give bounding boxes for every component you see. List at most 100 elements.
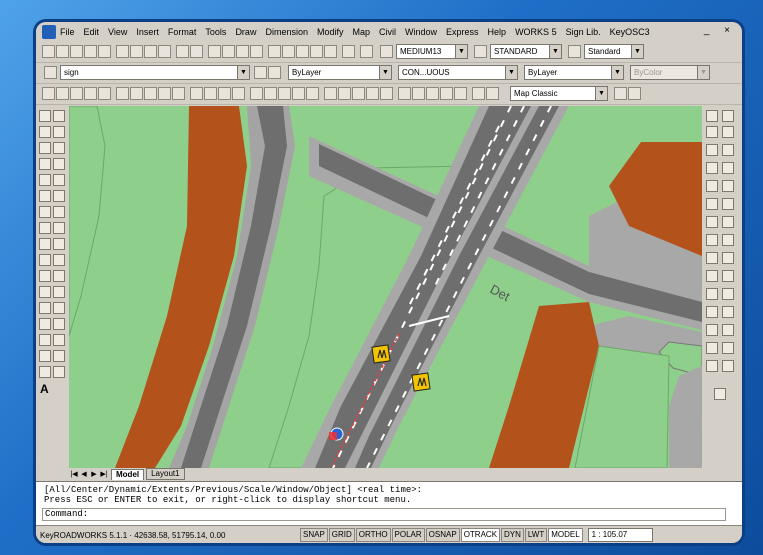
dyn-toggle[interactable]: DYN — [501, 528, 524, 542]
erase-icon[interactable] — [53, 110, 65, 122]
map-tool-icon-15[interactable] — [706, 234, 718, 246]
menu-sign-lib[interactable]: Sign Lib. — [566, 27, 601, 37]
ellipse-icon[interactable] — [39, 254, 51, 266]
region-icon[interactable] — [39, 366, 51, 378]
map-tool-icon-30[interactable] — [722, 360, 734, 372]
tool-icon-5[interactable] — [98, 87, 111, 100]
map-tool-icon-22[interactable] — [722, 288, 734, 300]
tool-icon-11[interactable] — [190, 87, 203, 100]
map-tool-icon-23[interactable] — [706, 306, 718, 318]
make-current-icon[interactable] — [254, 66, 267, 79]
menu-edit[interactable]: Edit — [84, 27, 100, 37]
map-tool-icon-9[interactable] — [706, 180, 718, 192]
extend-icon[interactable] — [53, 270, 65, 282]
menu-works[interactable]: WORKS 5 — [515, 27, 557, 37]
menu-dimension[interactable]: Dimension — [265, 27, 308, 37]
map-tool-icon-3[interactable] — [706, 126, 718, 138]
plot-style-combo[interactable]: ByColor ▼ — [630, 65, 710, 80]
design-center-icon[interactable] — [282, 45, 295, 58]
sheet-set-icon[interactable] — [310, 45, 323, 58]
map-tool-icon-21[interactable] — [706, 288, 718, 300]
tab-layout1[interactable]: Layout1 — [146, 468, 185, 480]
menu-format[interactable]: Format — [168, 27, 197, 37]
array-icon[interactable] — [53, 174, 65, 186]
map-tool-icon-14[interactable] — [722, 216, 734, 228]
menu-window[interactable]: Window — [405, 27, 437, 37]
map-tool-icon-11[interactable] — [706, 198, 718, 210]
tool-icon-18[interactable] — [292, 87, 305, 100]
map-tool-icon-8[interactable] — [722, 162, 734, 174]
table-style-combo[interactable]: Standard ▼ — [584, 44, 644, 59]
text-style-combo[interactable]: MEDIUM13 ▼ — [396, 44, 468, 59]
save-icon[interactable] — [70, 45, 83, 58]
map-tool-icon-27[interactable] — [706, 342, 718, 354]
tool-icon-13[interactable] — [218, 87, 231, 100]
table-style-icon[interactable] — [568, 45, 581, 58]
menu-draw[interactable]: Draw — [235, 27, 256, 37]
tool-icon-6[interactable] — [116, 87, 129, 100]
window-controls[interactable]: _ × — [704, 25, 736, 36]
polygon-icon[interactable] — [39, 158, 51, 170]
tool-icon-7[interactable] — [130, 87, 143, 100]
map-tool-icon-1[interactable] — [706, 110, 718, 122]
markup-icon[interactable] — [324, 45, 337, 58]
map-tool-icon-31[interactable] — [714, 388, 726, 400]
redo-icon[interactable] — [190, 45, 203, 58]
point-icon[interactable] — [39, 318, 51, 330]
lineweight-combo[interactable]: ByLayer ▼ — [524, 65, 624, 80]
spline-icon[interactable] — [39, 238, 51, 250]
osnap-toggle[interactable]: OSNAP — [425, 528, 460, 542]
stretch-icon[interactable] — [53, 238, 65, 250]
rectangle-icon[interactable] — [39, 174, 51, 186]
model-toggle[interactable]: MODEL — [548, 528, 583, 542]
arc-icon[interactable] — [39, 190, 51, 202]
tab-last-icon[interactable]: ▶| — [99, 470, 109, 478]
warning-sign-lower[interactable] — [411, 372, 431, 392]
tool-palettes-icon[interactable] — [296, 45, 309, 58]
menu-express[interactable]: Express — [446, 27, 479, 37]
warning-sign-upper[interactable] — [371, 344, 391, 364]
match-icon[interactable] — [158, 45, 171, 58]
join-icon[interactable] — [53, 318, 65, 330]
trim-icon[interactable] — [53, 254, 65, 266]
map-tool-icon-16[interactable] — [722, 234, 734, 246]
menu-help[interactable]: Help — [488, 27, 507, 37]
new-icon[interactable] — [42, 45, 55, 58]
paste-icon[interactable] — [144, 45, 157, 58]
dim-style-icon[interactable] — [474, 45, 487, 58]
map-tool-icon-13[interactable] — [706, 216, 718, 228]
map-tool-icon-12[interactable] — [722, 198, 734, 210]
insert-block-icon[interactable] — [39, 286, 51, 298]
tool-icon-9[interactable] — [158, 87, 171, 100]
map-tool-icon-24[interactable] — [722, 306, 734, 318]
offset-icon[interactable] — [53, 158, 65, 170]
ellipse-arc-icon[interactable] — [39, 270, 51, 282]
calculator-icon[interactable] — [342, 45, 355, 58]
tool-icon-25[interactable] — [398, 87, 411, 100]
drawing-canvas[interactable]: Det — [69, 106, 702, 468]
tool-icon-3[interactable] — [70, 87, 83, 100]
chamfer-icon[interactable] — [53, 334, 65, 346]
zoom-previous-icon[interactable] — [250, 45, 263, 58]
menu-keyosc[interactable]: KeyOSC3 — [610, 27, 650, 37]
print-icon[interactable] — [84, 45, 97, 58]
move-icon[interactable] — [53, 190, 65, 202]
pan-icon[interactable] — [208, 45, 221, 58]
tool-icon-19[interactable] — [306, 87, 319, 100]
map-tool-icon-28[interactable] — [722, 342, 734, 354]
break-point-icon[interactable] — [53, 286, 65, 298]
polyline-icon[interactable] — [39, 142, 51, 154]
gradient-icon[interactable] — [39, 350, 51, 362]
copy-icon[interactable] — [130, 45, 143, 58]
layer-manager-icon[interactable] — [44, 66, 57, 79]
tool-icon-17[interactable] — [278, 87, 291, 100]
multiline-text-icon[interactable]: A — [40, 382, 49, 396]
tool-icon-20[interactable] — [324, 87, 337, 100]
cut-icon[interactable] — [116, 45, 129, 58]
tool-icon-4[interactable] — [84, 87, 97, 100]
tool-icon-12[interactable] — [204, 87, 217, 100]
zoom-realtime-icon[interactable] — [222, 45, 235, 58]
lwt-toggle[interactable]: LWT — [524, 528, 548, 542]
workspace-settings-icon[interactable] — [614, 87, 627, 100]
workspace-combo[interactable]: Map Classic ▼ — [510, 86, 608, 101]
